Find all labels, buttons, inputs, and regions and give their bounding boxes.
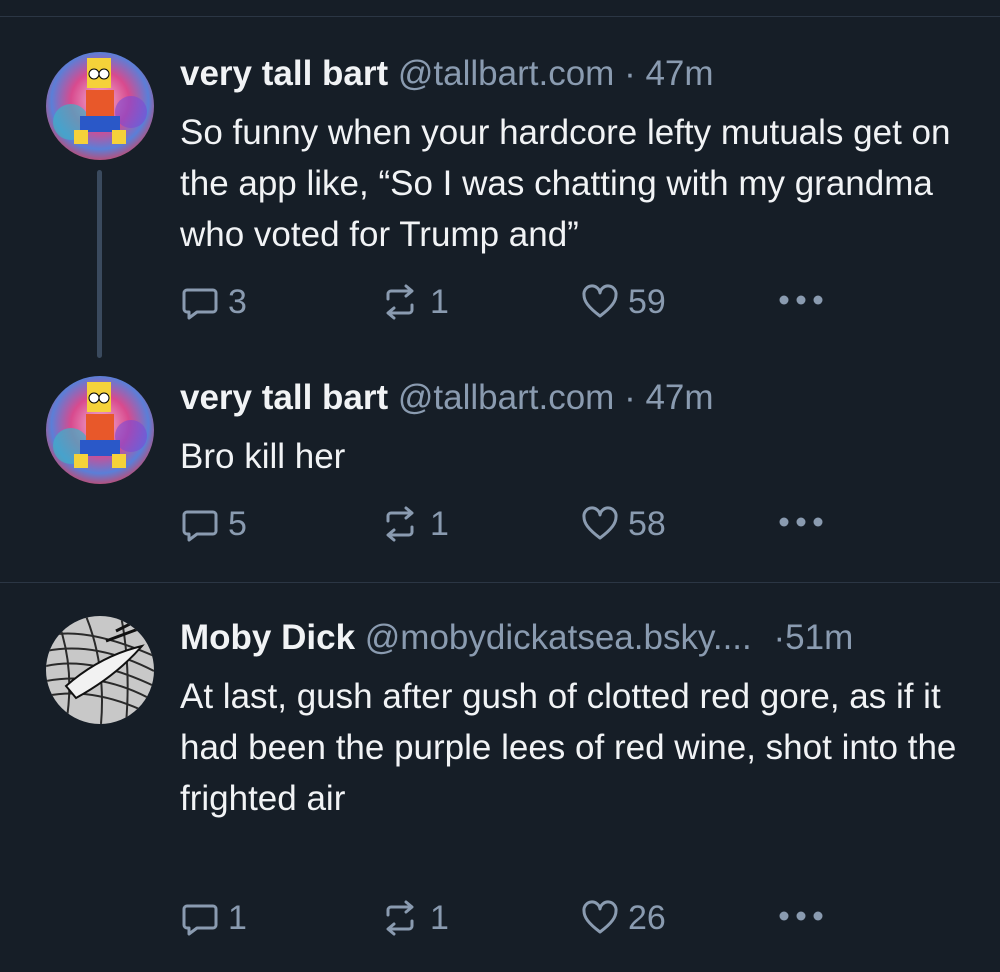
author-name[interactable]: very tall bart bbox=[180, 378, 388, 417]
separator: · bbox=[624, 54, 636, 93]
post-text: So funny when your hardcore lefty mutual… bbox=[180, 113, 951, 254]
feed: very tall bart @tallbart.com · 47m So fu… bbox=[0, 0, 1000, 972]
post-2[interactable]: very tall bart @tallbart.com · 47m Bro k… bbox=[0, 376, 1000, 556]
author-name[interactable]: Moby Dick bbox=[180, 618, 355, 657]
like-button[interactable]: 26 bbox=[580, 896, 666, 940]
reply-count: 5 bbox=[228, 504, 247, 543]
ellipsis-icon bbox=[778, 909, 824, 927]
more-options-button[interactable] bbox=[778, 896, 824, 940]
post-text: Bro kill her bbox=[180, 437, 346, 476]
separator: · bbox=[624, 378, 636, 417]
repost-button[interactable]: 1 bbox=[378, 280, 449, 324]
more-options-button[interactable] bbox=[778, 502, 824, 546]
thread-line bbox=[97, 170, 102, 358]
post-header: Moby Dick @mobydickatsea.bsky.... ·51m bbox=[180, 618, 853, 658]
post-divider bbox=[0, 582, 1000, 583]
repost-button[interactable]: 1 bbox=[378, 502, 449, 546]
like-count: 58 bbox=[628, 504, 666, 543]
repost-arrows-icon bbox=[378, 282, 422, 322]
reply-button[interactable]: 3 bbox=[180, 280, 247, 324]
ellipsis-icon bbox=[778, 515, 824, 533]
speech-bubble-icon bbox=[180, 282, 220, 322]
post-header: very tall bart @tallbart.com · 47m bbox=[180, 378, 714, 418]
post-time[interactable]: 47m bbox=[645, 378, 713, 417]
like-count: 26 bbox=[628, 898, 666, 937]
avatar-mobydick[interactable] bbox=[46, 616, 154, 724]
reply-button[interactable]: 1 bbox=[180, 896, 247, 940]
author-handle[interactable]: @mobydickatsea.bsky.... bbox=[365, 618, 752, 657]
top-divider bbox=[0, 16, 1000, 17]
post-text: At last, gush after gush of clotted red … bbox=[180, 677, 957, 818]
separator: · bbox=[773, 618, 786, 657]
reply-count: 1 bbox=[228, 898, 247, 937]
author-name[interactable]: very tall bart bbox=[180, 54, 388, 93]
post-time[interactable]: 47m bbox=[645, 54, 713, 93]
repost-count: 1 bbox=[430, 898, 449, 937]
like-button[interactable]: 58 bbox=[580, 502, 666, 546]
repost-count: 1 bbox=[430, 504, 449, 543]
speech-bubble-icon bbox=[180, 504, 220, 544]
like-button[interactable]: 59 bbox=[580, 280, 666, 324]
post-3[interactable]: Moby Dick @mobydickatsea.bsky.... ·51m A… bbox=[0, 616, 1000, 956]
repost-button[interactable]: 1 bbox=[378, 896, 449, 940]
author-handle[interactable]: @tallbart.com bbox=[398, 378, 614, 417]
heart-icon bbox=[580, 504, 620, 544]
repost-count: 1 bbox=[430, 282, 449, 321]
post-actions: 1 1 26 bbox=[0, 896, 1000, 940]
heart-icon bbox=[580, 282, 620, 322]
avatar-tallbart[interactable] bbox=[46, 52, 154, 160]
post-actions: 3 1 59 bbox=[0, 280, 1000, 324]
reply-button[interactable]: 5 bbox=[180, 502, 247, 546]
heart-icon bbox=[580, 898, 620, 938]
post-time[interactable]: 51m bbox=[785, 618, 853, 657]
post-actions: 5 1 58 bbox=[0, 502, 1000, 546]
author-handle[interactable]: @tallbart.com bbox=[398, 54, 614, 93]
post-header: very tall bart @tallbart.com · 47m bbox=[180, 54, 714, 94]
like-count: 59 bbox=[628, 282, 666, 321]
repost-arrows-icon bbox=[378, 898, 422, 938]
avatar-tallbart[interactable] bbox=[46, 376, 154, 484]
ellipsis-icon bbox=[778, 293, 824, 311]
post-1[interactable]: very tall bart @tallbart.com · 47m So fu… bbox=[0, 52, 1000, 358]
speech-bubble-icon bbox=[180, 898, 220, 938]
repost-arrows-icon bbox=[378, 504, 422, 544]
reply-count: 3 bbox=[228, 282, 247, 321]
more-options-button[interactable] bbox=[778, 280, 824, 324]
